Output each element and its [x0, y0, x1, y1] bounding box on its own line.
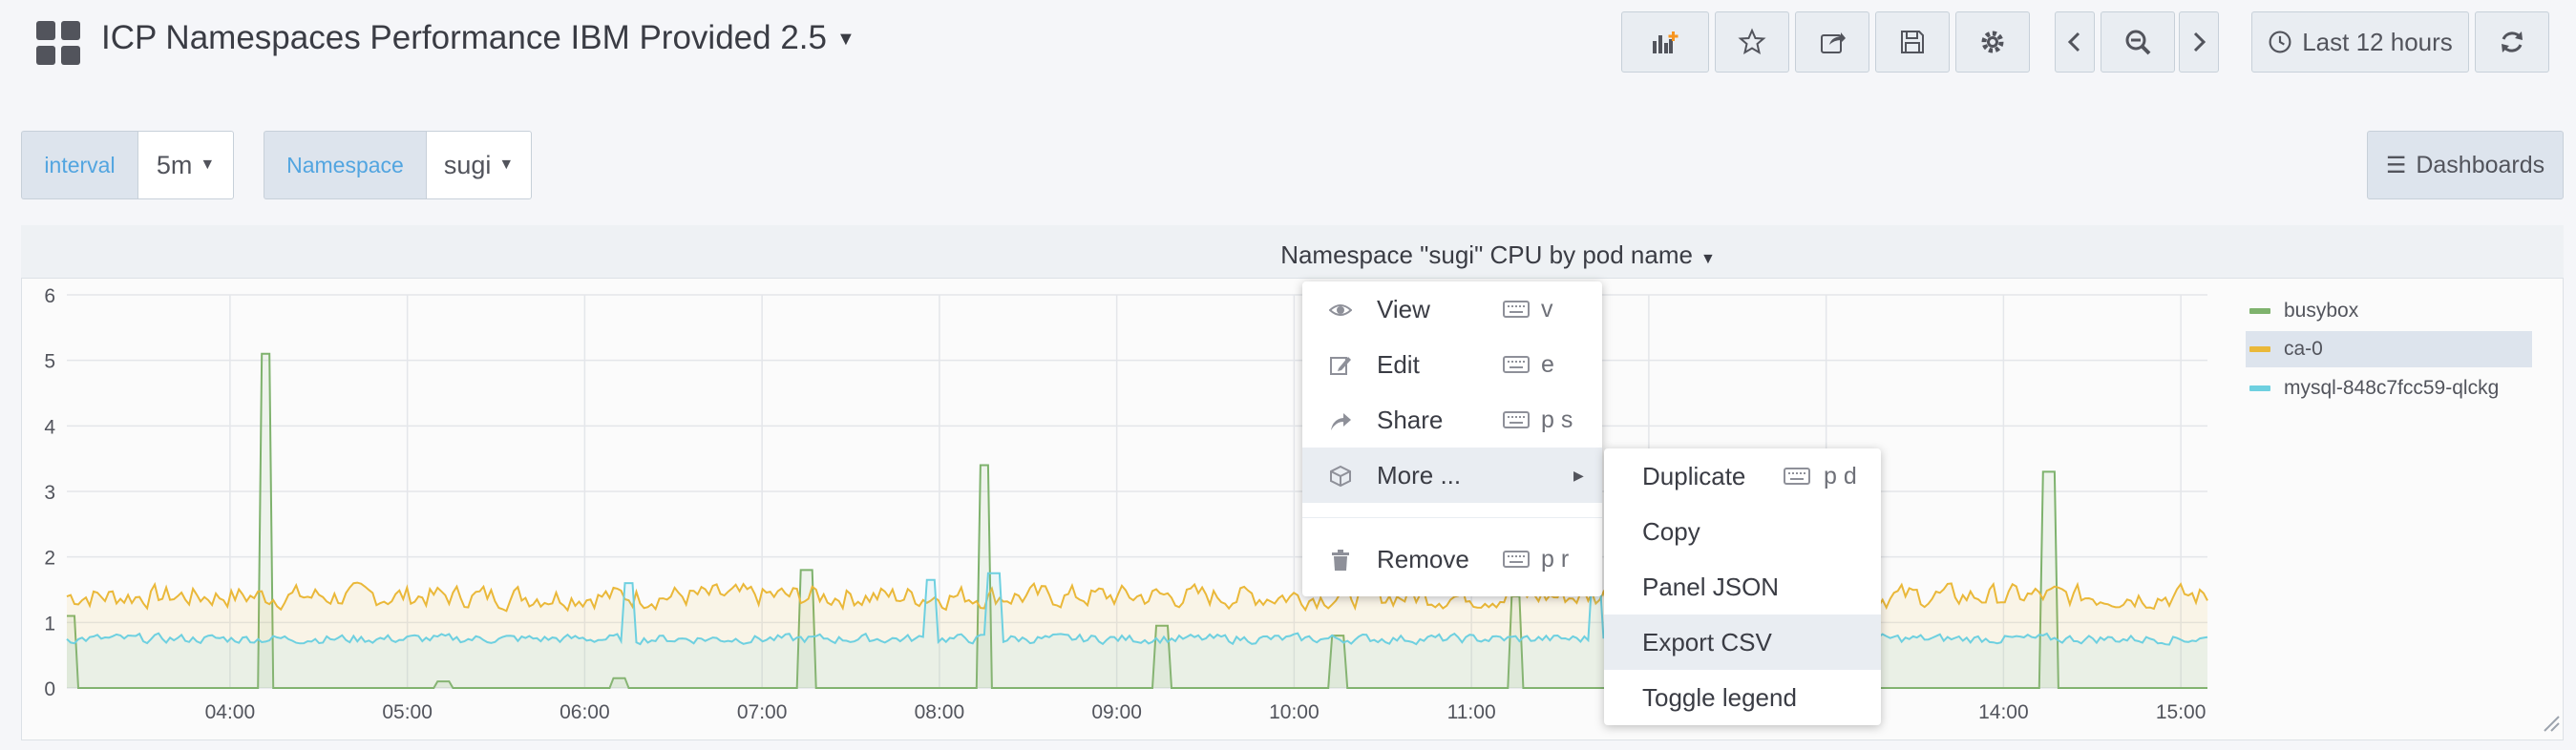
x-tick-label: 15:00	[2156, 701, 2206, 723]
menu-item-label: View	[1377, 294, 1430, 323]
keyboard-icon	[1784, 468, 1810, 485]
legend-item-mysql[interactable]: mysql-848c7fcc59-qlckg	[2246, 370, 2532, 406]
menu-item-edit[interactable]: Edit e	[1302, 337, 1602, 392]
menu-item-shortcut: e	[1541, 350, 1554, 378]
menu-item-label: Share	[1377, 405, 1444, 434]
menu-divider	[1302, 517, 1602, 518]
menu-item-label: Toggle legend	[1642, 682, 1797, 712]
submenu-item-duplicate[interactable]: Duplicate p d	[1604, 448, 1881, 504]
cube-icon	[1330, 465, 1351, 488]
legend-swatch	[2249, 346, 2270, 352]
share-icon	[1331, 413, 1351, 430]
submenu-item-export-csv[interactable]: Export CSV	[1604, 615, 1881, 670]
x-tick-label: 08:00	[915, 701, 965, 723]
x-tick-label: 14:00	[1978, 701, 2029, 723]
y-tick-label: 5	[44, 351, 55, 373]
submenu-item-copy[interactable]: Copy	[1604, 504, 1881, 559]
y-tick-label: 0	[44, 678, 55, 700]
y-tick-label: 6	[44, 285, 55, 307]
menu-item-label: Edit	[1377, 349, 1420, 379]
legend-label: mysql-848c7fcc59-qlckg	[2284, 377, 2500, 399]
keyboard-icon	[1503, 301, 1530, 318]
x-tick-label: 06:00	[560, 701, 610, 723]
x-tick-label: 09:00	[1091, 701, 1142, 723]
legend-swatch	[2249, 385, 2270, 391]
resize-handle-icon[interactable]	[2544, 716, 2560, 732]
menu-item-label: More ...	[1377, 460, 1462, 490]
legend-label: busybox	[2284, 300, 2359, 322]
menu-item-shortcut: v	[1541, 295, 1553, 323]
x-tick-label: 11:00	[1447, 701, 1496, 723]
menu-item-label: Panel JSON	[1642, 572, 1780, 601]
keyboard-icon	[1503, 411, 1530, 428]
menu-item-shortcut: p s	[1541, 406, 1573, 433]
menu-item-remove[interactable]: Remove p r	[1302, 531, 1602, 587]
submenu-item-toggle-legend[interactable]: Toggle legend	[1604, 670, 1881, 725]
menu-item-view[interactable]: View v	[1302, 281, 1602, 337]
menu-item-share[interactable]: Share p s	[1302, 392, 1602, 448]
edit-icon	[1330, 357, 1351, 375]
keyboard-icon	[1503, 356, 1530, 373]
x-tick-label: 04:00	[205, 701, 256, 723]
eye-icon	[1329, 304, 1352, 316]
menu-item-label: Export CSV	[1642, 627, 1772, 656]
x-tick-label: 05:00	[382, 701, 433, 723]
menu-item-shortcut: p r	[1541, 545, 1570, 573]
menu-item-label: Remove	[1377, 544, 1469, 573]
x-tick-label: 07:00	[737, 701, 788, 723]
y-tick-label: 3	[44, 482, 55, 504]
menu-item-more[interactable]: More ... ▶	[1302, 448, 1602, 503]
y-tick-label: 2	[44, 548, 55, 570]
menu-item-label: Copy	[1642, 516, 1700, 546]
cpu-chart[interactable]: 6 5 4 3 2 1 0 04:00 05:00 06:00 07:00 08:00 09:00 10:…	[0, 0, 2576, 750]
menu-item-shortcut: p d	[1824, 462, 1857, 490]
trash-icon	[1332, 550, 1349, 571]
y-tick-label: 1	[44, 613, 55, 635]
legend-item-ca-0[interactable]: ca-0	[2246, 331, 2532, 367]
legend-item-busybox[interactable]: busybox	[2246, 293, 2532, 329]
legend-label: ca-0	[2284, 338, 2323, 360]
legend-swatch	[2249, 308, 2270, 314]
y-tick-label: 4	[44, 416, 55, 438]
caret-right-icon: ▶	[1573, 467, 1584, 483]
submenu-item-panel-json[interactable]: Panel JSON	[1604, 559, 1881, 615]
x-tick-label: 10:00	[1269, 701, 1320, 723]
keyboard-icon	[1503, 551, 1530, 568]
menu-item-label: Duplicate	[1642, 461, 1746, 490]
chart-series	[66, 352, 2208, 689]
more-submenu: Duplicate p d Copy Panel JSON Export CSV…	[1604, 448, 1881, 725]
panel-menu: View v Edit e Share p s More ... ▶ Remov…	[1302, 281, 1602, 596]
